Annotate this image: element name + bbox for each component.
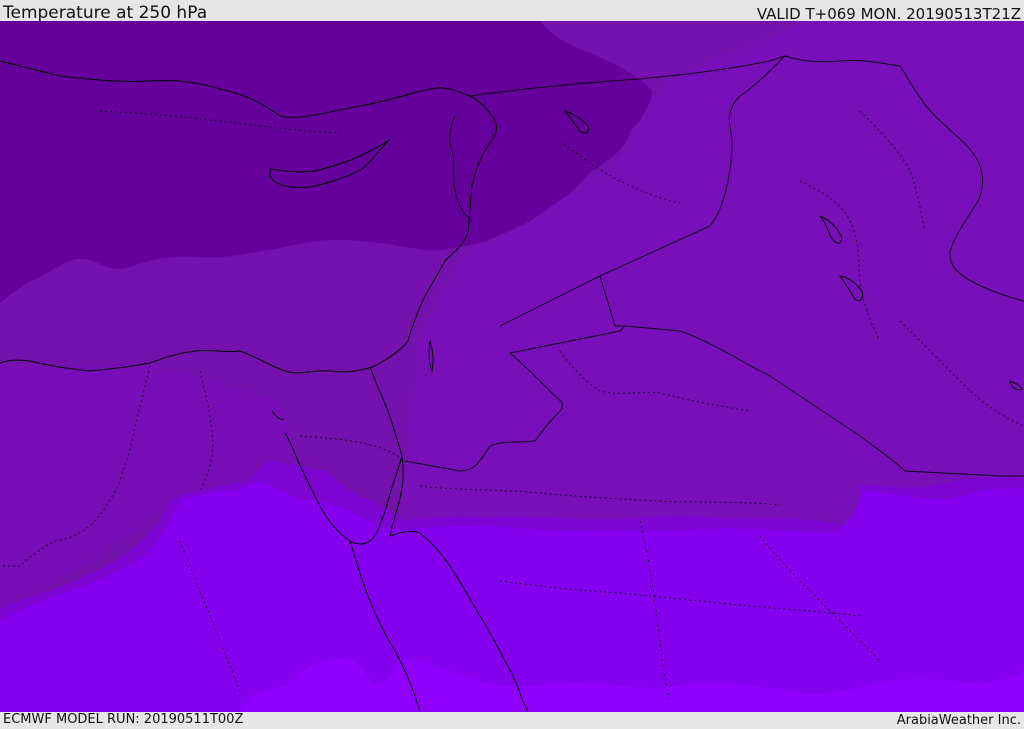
model-run-label: ECMWF MODEL RUN: 20190511T00Z: [3, 712, 244, 727]
temperature-map[interactable]: [0, 21, 1024, 712]
footer-bar: ECMWF MODEL RUN: 20190511T00Z ArabiaWeat…: [0, 712, 1024, 729]
map-title: Temperature at 250 hPa: [3, 3, 208, 23]
map-canvas: [0, 21, 1024, 712]
credit-label: ArabiaWeather Inc.: [896, 713, 1021, 728]
header-bar: Temperature at 250 hPa VALID T+069 MON. …: [0, 0, 1024, 23]
